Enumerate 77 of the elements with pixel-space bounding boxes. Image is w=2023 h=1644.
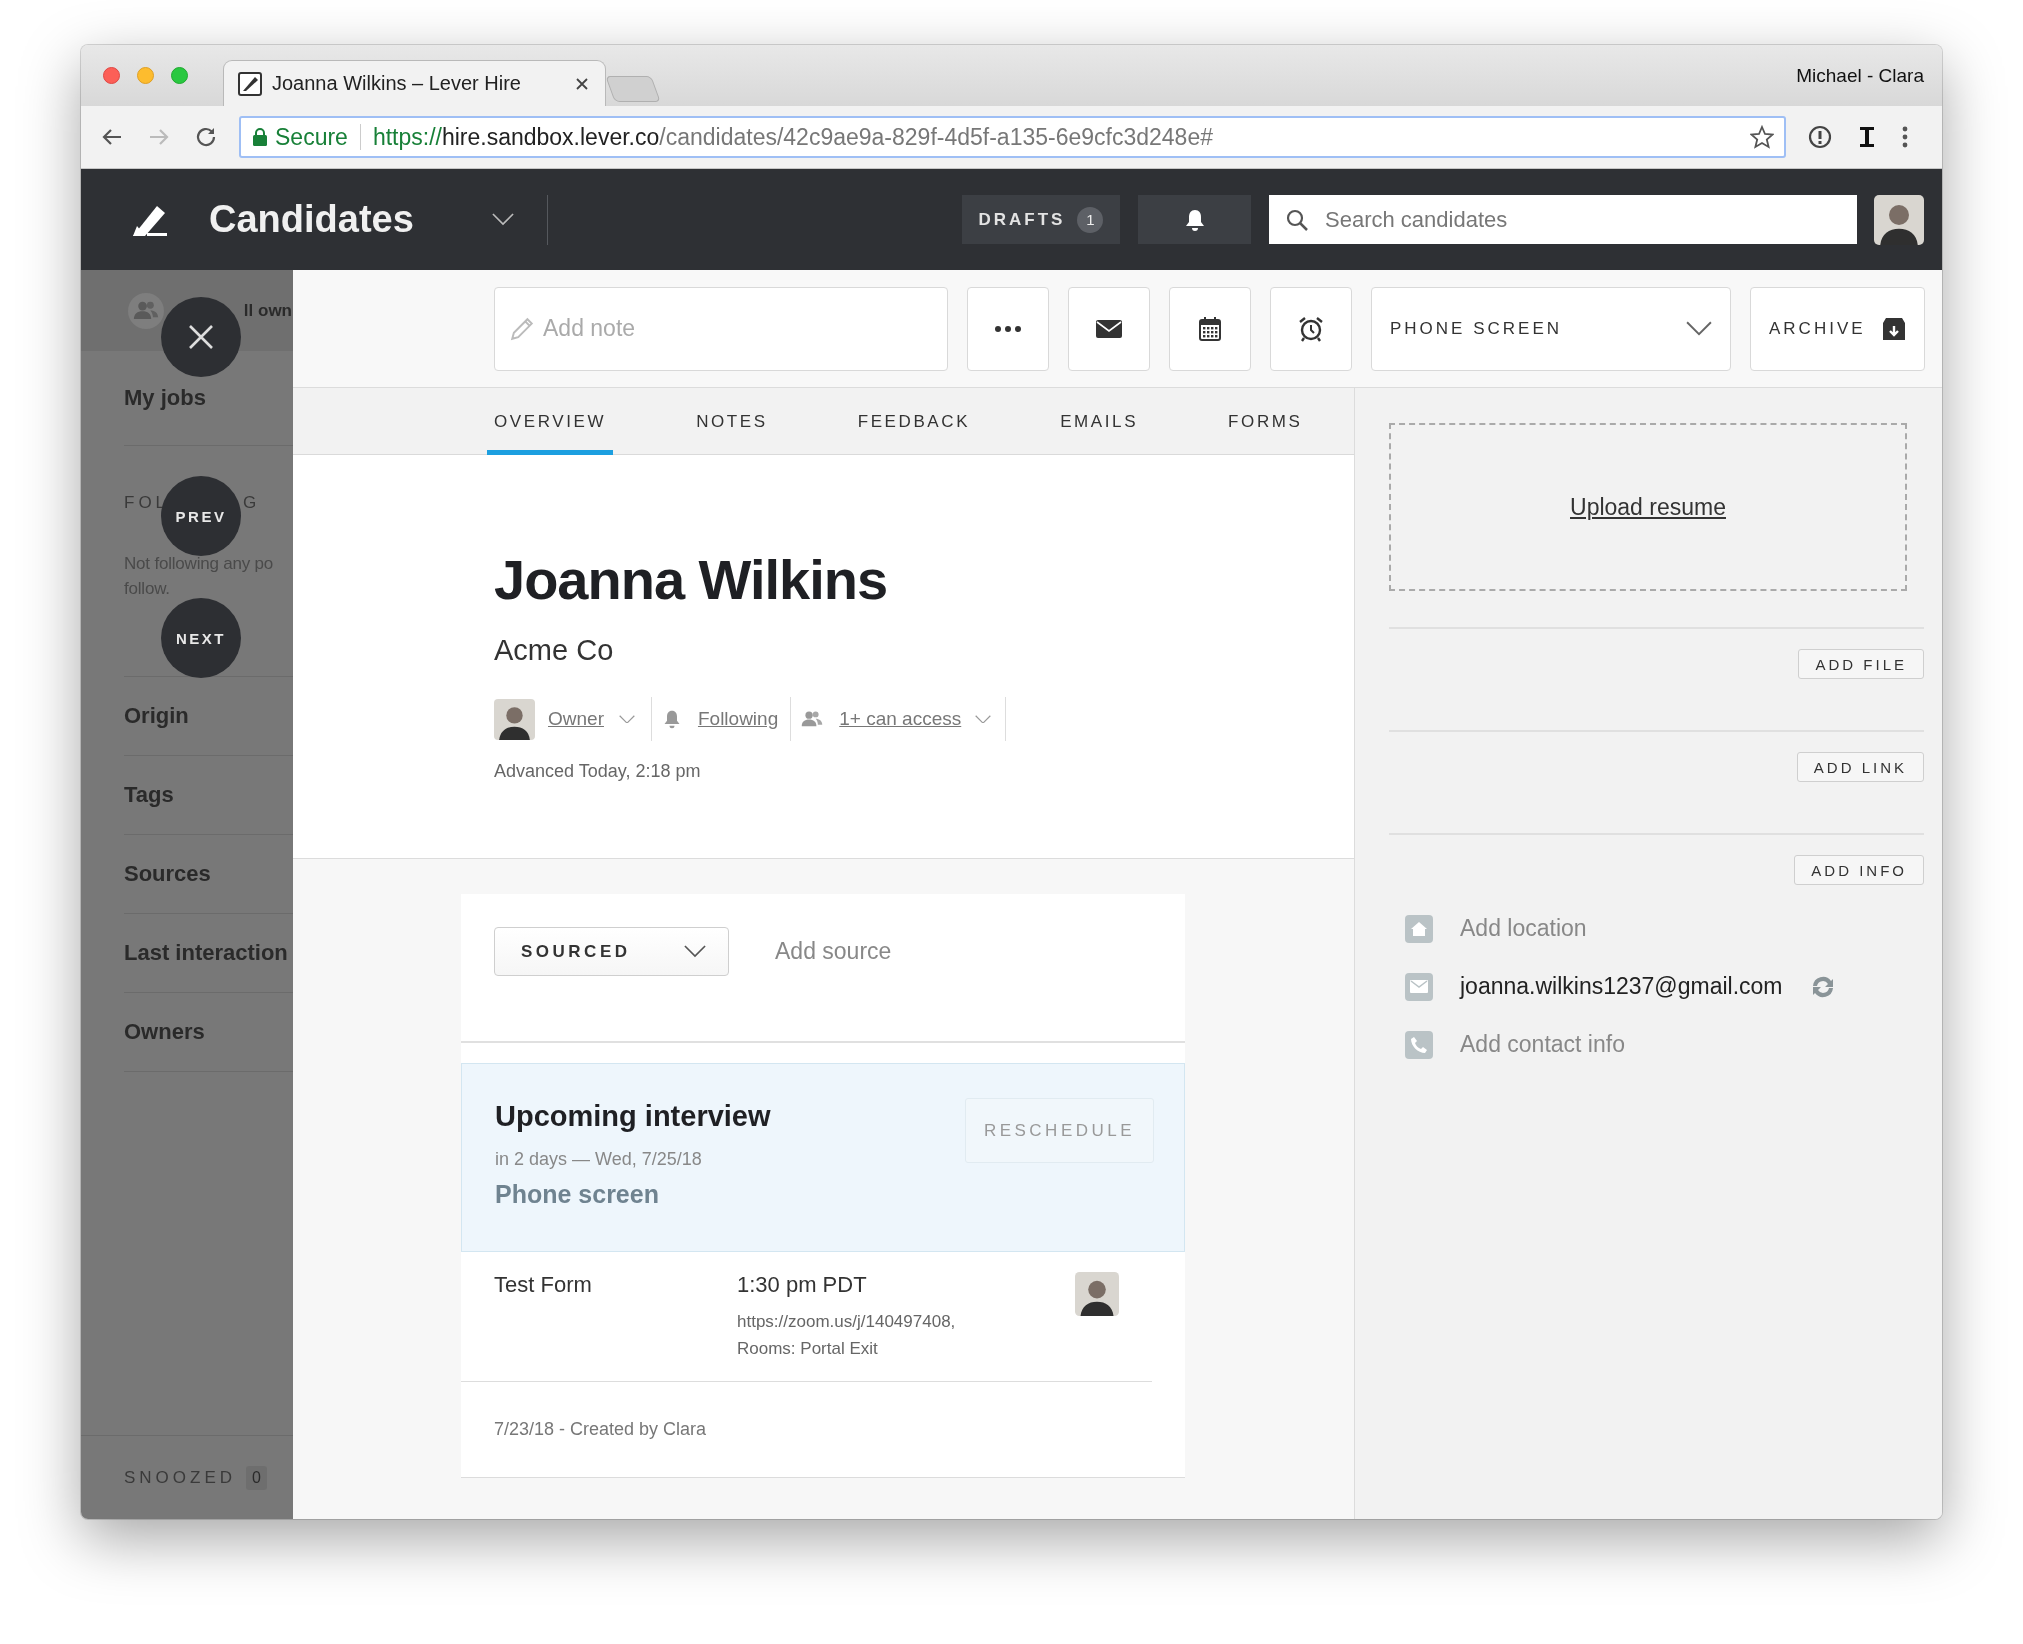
search-field[interactable]: Search candidates bbox=[1269, 195, 1857, 244]
profile-name[interactable]: Michael - Clara bbox=[1796, 64, 1924, 87]
close-icon[interactable] bbox=[575, 76, 589, 91]
address-field[interactable]: Secure https://hire.sandbox.lever.co/candidates/42c9ae9a-829f-4d5f-a135-6e9cfc3d248e# bbox=[239, 116, 1786, 158]
avatar bbox=[494, 698, 535, 740]
menu-icon[interactable] bbox=[1902, 126, 1908, 148]
contact-text[interactable]: joanna.wilkins1237@gmail.com bbox=[1460, 973, 1783, 1000]
note-field[interactable]: Add note bbox=[494, 286, 948, 371]
pencil-icon bbox=[509, 315, 535, 342]
add-button[interactable]: ADD LINK bbox=[1796, 752, 1924, 782]
interview-date: in 2 days — Wed, 7/25/18 bbox=[495, 1149, 703, 1170]
lock-icon bbox=[253, 128, 267, 146]
count-badge: 0 bbox=[246, 1465, 267, 1490]
owner-link[interactable]: Owner bbox=[548, 708, 604, 730]
phone-icon bbox=[1410, 1035, 1428, 1054]
email-button[interactable] bbox=[1068, 286, 1150, 371]
people-icon bbox=[801, 710, 824, 728]
alarm-button[interactable] bbox=[1270, 286, 1352, 371]
tab-title: Joanna Wilkins – Lever Hire bbox=[272, 72, 522, 95]
section-heading: G bbox=[243, 493, 261, 513]
access-link[interactable]: 1+ can access bbox=[839, 708, 962, 730]
interview-heading: Upcoming interview bbox=[495, 1100, 771, 1133]
add-source-link[interactable]: Add source bbox=[775, 927, 892, 976]
avatar[interactable] bbox=[1874, 194, 1924, 245]
created-note: 7/23/18 - Created by Clara bbox=[493, 1418, 708, 1441]
interview-location: https://zoom.us/j/140497408, Rooms: Portal Exit bbox=[737, 1311, 957, 1360]
company-name: Acme Co bbox=[494, 633, 615, 668]
tab[interactable]: FORMS bbox=[1221, 388, 1310, 455]
avatar bbox=[1075, 1272, 1119, 1316]
info-circle-icon[interactable] bbox=[1808, 125, 1832, 149]
archive-box-icon bbox=[1882, 316, 1906, 341]
following-link[interactable]: Following bbox=[697, 708, 779, 730]
stage-dropdown[interactable]: SOURCED bbox=[494, 927, 729, 976]
candidate-name: Joanna Wilkins bbox=[494, 547, 889, 613]
reload-icon[interactable] bbox=[194, 125, 218, 149]
add-button[interactable]: ADD FILE bbox=[1798, 649, 1924, 679]
calendar-button[interactable] bbox=[1169, 286, 1251, 371]
next-button[interactable]: NEXT bbox=[161, 598, 241, 678]
interview-time: 1:30 pm PDT bbox=[737, 1272, 868, 1298]
tab[interactable]: FEEDBACK bbox=[850, 388, 978, 455]
count-badge: 1 bbox=[1077, 206, 1104, 233]
url-text: https://hire.sandbox.lever.co/candidates/42c9ae9a-829f-4d5f-a135-6e9cfc3d248e# bbox=[372, 123, 1213, 151]
upload-resume-link[interactable]: Upload resume bbox=[1570, 493, 1726, 521]
chevron-down-icon bbox=[684, 945, 706, 958]
chevron-down-icon bbox=[618, 714, 635, 724]
calendar-icon bbox=[1199, 316, 1221, 341]
envelope-icon bbox=[1410, 980, 1428, 993]
chevron-down-icon bbox=[1686, 321, 1712, 336]
note-input[interactable]: Add note bbox=[541, 314, 933, 343]
stage-dropdown[interactable]: PHONE SCREEN bbox=[1371, 286, 1731, 371]
text-cursor-icon[interactable] bbox=[1860, 127, 1874, 147]
advanced-date: Advanced Today, 2:18 pm bbox=[494, 761, 702, 782]
archive-button[interactable]: ARCHIVE bbox=[1750, 286, 1925, 371]
tab[interactable]: NOTES bbox=[689, 388, 775, 455]
chevron-down-icon bbox=[975, 714, 992, 724]
form-name: Test Form bbox=[494, 1272, 593, 1299]
chevron-down-icon bbox=[492, 213, 514, 226]
notifications-button[interactable] bbox=[1138, 195, 1251, 244]
upload-area[interactable]: Upload resume bbox=[1389, 423, 1907, 591]
envelope-icon bbox=[1096, 319, 1122, 338]
more-icon bbox=[995, 325, 1021, 332]
previous-button[interactable]: PREV bbox=[161, 476, 241, 556]
close-window-button[interactable] bbox=[103, 67, 120, 84]
favicon-icon bbox=[238, 71, 262, 96]
secure-label: Secure bbox=[275, 123, 348, 151]
page-title: Candidates bbox=[209, 198, 415, 241]
people-icon bbox=[133, 300, 159, 321]
interview-type: Phone screen bbox=[495, 1180, 660, 1209]
drafts-button[interactable]: DRAFTS 1 bbox=[962, 195, 1120, 244]
alarm-clock-icon bbox=[1298, 315, 1324, 342]
browser-tab[interactable]: Joanna Wilkins – Lever Hire bbox=[223, 60, 606, 106]
star-icon[interactable] bbox=[1750, 125, 1774, 149]
close-icon bbox=[188, 324, 214, 350]
tab[interactable]: EMAILS bbox=[1053, 388, 1146, 455]
search-icon bbox=[1285, 207, 1309, 232]
house-icon bbox=[1410, 920, 1428, 937]
add-button[interactable]: ADD INFO bbox=[1794, 855, 1924, 885]
